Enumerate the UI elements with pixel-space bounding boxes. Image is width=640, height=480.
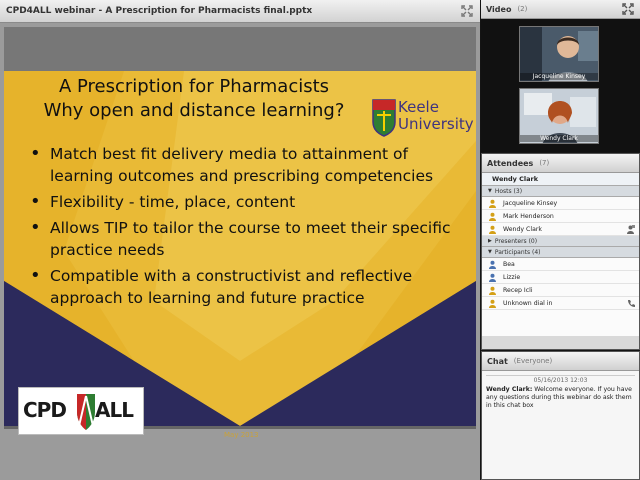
attendee-name: Mark Henderson: [503, 212, 554, 220]
chat-message: Wendy Clark: Welcome everyone. If you ha…: [486, 386, 635, 410]
keele-text-line1: Keele: [398, 98, 439, 116]
keele-text-line2: University: [398, 115, 474, 133]
slide-title-line1: A Prescription for Pharmacists: [58, 76, 330, 97]
fullscreen-icon[interactable]: [460, 4, 474, 18]
shared-content-area: A Prescription for Pharmacists Why open …: [4, 27, 476, 439]
slide-bullet-list: Match best fit delivery media to attainm…: [24, 143, 454, 313]
host-icon: [489, 225, 496, 234]
cpd4all-logo: CPD ALL: [18, 387, 144, 435]
attendee-name: Wendy Clark: [503, 225, 542, 233]
participants-section-header[interactable]: ▼ Participants (4): [482, 247, 639, 258]
attendee-name: Jacqueline Kinsey: [503, 199, 558, 207]
attendee-name: Unknown dial in: [503, 299, 553, 307]
host-icon: [489, 199, 496, 208]
collapse-arrow-icon: ▼: [488, 188, 492, 194]
slide-bullet: Match best fit delivery media to attainm…: [24, 143, 454, 187]
participants-label: Participants (4): [494, 248, 541, 256]
participant-icon: [489, 260, 496, 269]
attendee-row[interactable]: Unknown dial in: [482, 297, 639, 310]
video-feed-name: Wendy Clark: [520, 135, 598, 142]
keele-shield-icon: [372, 99, 396, 137]
slide-top-band: [4, 27, 476, 71]
phone-icon: [628, 300, 635, 307]
host-icon: [489, 212, 496, 221]
presenters-section-header[interactable]: ▶ Presenters (0): [482, 236, 639, 247]
presenters-label: Presenters (0): [494, 237, 538, 245]
attendee-name: Bea: [503, 260, 515, 268]
chat-message-list[interactable]: 05/16/2013 12:03 Wendy Clark: Welcome ev…: [482, 371, 639, 414]
chat-sender: Wendy Clark:: [486, 386, 533, 393]
attendees-pod-title: Attendees: [487, 158, 534, 168]
video-pod-title: Video: [486, 4, 512, 14]
chat-pod-title: Chat: [487, 356, 508, 366]
attendee-row[interactable]: Wendy Clark: [482, 223, 639, 236]
video-feed[interactable]: Wendy Clark: [519, 88, 599, 144]
video-pod-count: (2): [517, 5, 528, 13]
video-feed-name: Jacqueline Kinsey: [520, 73, 598, 80]
video-feed[interactable]: Jacqueline Kinsey: [519, 26, 599, 82]
cpd-logo-left-text: CPD: [23, 398, 67, 422]
chat-pod-titlebar: Chat (Everyone): [482, 352, 639, 371]
hosts-label: Hosts (3): [494, 187, 523, 195]
participant-icon: [489, 299, 496, 308]
chat-scope: (Everyone): [513, 357, 553, 365]
slide-bullet: Compatible with a constructivist and ref…: [24, 265, 454, 309]
attendee-row[interactable]: Bea: [482, 258, 639, 271]
attendee-row[interactable]: Lizzie: [482, 271, 639, 284]
attendee-name: Recep Icli: [503, 286, 533, 294]
collapse-arrow-icon: ▼: [488, 249, 492, 255]
attendee-row[interactable]: Recep Icli: [482, 284, 639, 297]
chat-pod: Chat (Everyone) 05/16/2013 12:03 Wendy C…: [481, 351, 640, 480]
participant-icon: [489, 273, 496, 282]
attendees-count: (7): [539, 159, 550, 167]
attendees-pod: Attendees (7) Wendy Clark ▼ Hosts (3) Ja…: [481, 153, 640, 350]
chat-timestamp: 05/16/2013 12:03: [486, 375, 635, 385]
video-pod-titlebar: Video (2): [481, 0, 640, 19]
fullscreen-icon[interactable]: [621, 2, 635, 16]
share-pod-titlebar: CPD4ALL webinar - A Prescription for Pha…: [0, 0, 480, 23]
keele-university-logo: Keele University: [372, 97, 474, 141]
cpd-logo-right-text: ALL: [95, 398, 134, 422]
cpd-shield-icon: [77, 394, 95, 430]
slide-footer-date: May 2013: [224, 431, 259, 439]
current-user-row[interactable]: Wendy Clark: [482, 173, 639, 186]
participant-icon: [489, 286, 496, 295]
attendee-name: Lizzie: [503, 273, 521, 281]
attendee-row[interactable]: Jacqueline Kinsey: [482, 197, 639, 210]
slide-bullet: Flexibility - time, place, content: [24, 191, 454, 213]
hosts-section-header[interactable]: ▼ Hosts (3): [482, 186, 639, 197]
video-pod: Video (2) Jacqueline Kinsey Wendy Clark: [481, 0, 640, 152]
webinar-app: CPD4ALL webinar - A Prescription for Pha…: [0, 0, 640, 480]
collapse-arrow-icon: ▶: [488, 238, 492, 244]
share-pod: CPD4ALL webinar - A Prescription for Pha…: [0, 0, 480, 480]
slide-bullet: Allows TIP to tailor the course to meet …: [24, 217, 454, 261]
slide-title: A Prescription for Pharmacists Why open …: [4, 75, 384, 123]
attendees-pod-titlebar: Attendees (7): [482, 154, 639, 173]
attendee-row[interactable]: Mark Henderson: [482, 210, 639, 223]
slide-title-line2: Why open and distance learning?: [43, 100, 345, 121]
current-user-name: Wendy Clark: [492, 175, 539, 183]
share-pod-title: CPD4ALL webinar - A Prescription for Pha…: [6, 6, 313, 16]
attendee-list-empty-space: [482, 310, 639, 336]
webcam-status-icon: [627, 225, 635, 234]
